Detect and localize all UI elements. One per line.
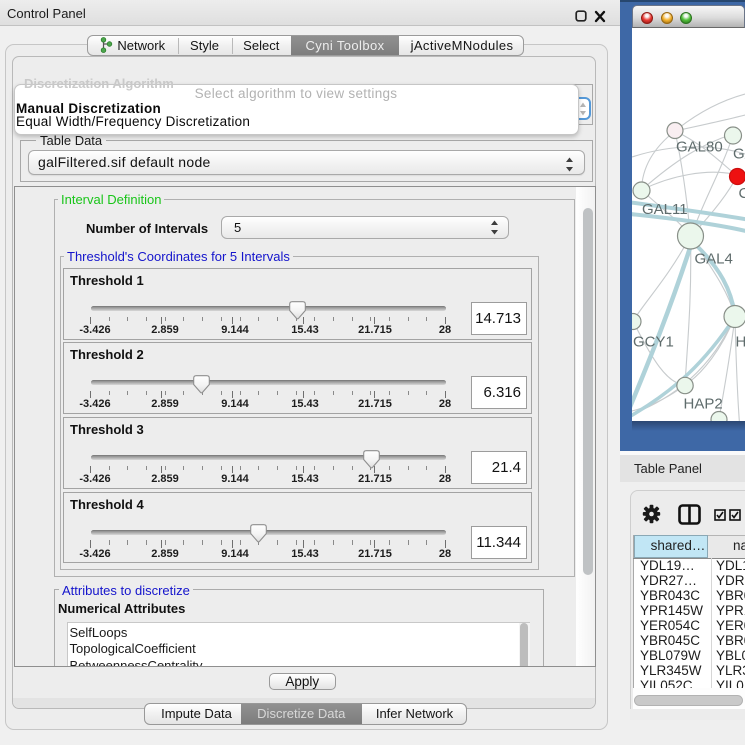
svg-text:HAP2: HAP2 [684,395,723,412]
svg-text:GAL11: GAL11 [642,201,688,218]
svg-text:H: H [736,333,745,350]
svg-text:GA: GA [733,145,745,162]
svg-text:GAL4: GAL4 [695,250,733,267]
svg-text:C: C [739,185,745,202]
svg-text:GAL80: GAL80 [676,138,723,155]
svg-text:GCY1: GCY1 [633,333,674,350]
